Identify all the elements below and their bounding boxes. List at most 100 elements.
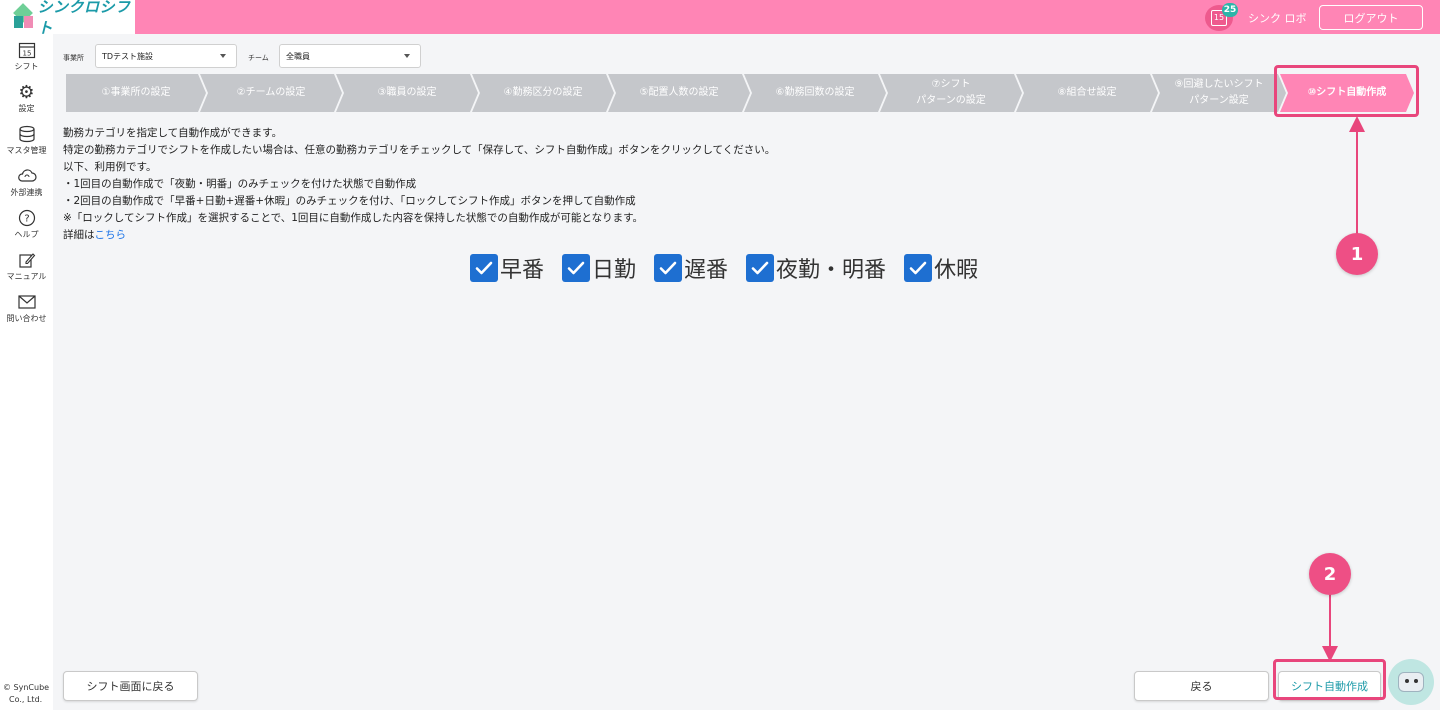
category-checkbox-early[interactable]: 早番 bbox=[470, 252, 544, 284]
office-select-value: TDテスト施設 bbox=[102, 51, 154, 61]
notification-count-badge: 25 bbox=[1222, 3, 1238, 17]
chevron-down-icon bbox=[220, 54, 226, 58]
sidebar-item-label: 外部連携 bbox=[10, 188, 43, 197]
step-staff[interactable]: ③職員の設定 bbox=[336, 74, 478, 112]
callout-badge-1: 1 bbox=[1336, 233, 1378, 275]
checkmark-icon[interactable] bbox=[562, 254, 591, 282]
step-label: ①事業所の設定 bbox=[101, 87, 171, 98]
top-header: シンクロシフト 15 25 シンク ロボ ログアウト bbox=[0, 0, 1440, 37]
sidebar-item-help[interactable]: ? ヘルプ bbox=[0, 208, 53, 240]
step-avoid-pattern[interactable]: ⑨回避したいシフト パターン設定 bbox=[1152, 74, 1286, 112]
details-link[interactable]: こちら bbox=[95, 229, 127, 241]
copyright-line: © SynCube bbox=[3, 683, 50, 692]
sidebar: 15 シフト ⚙ 設定 マスタ管理 外部連携 ? ヘルプ マニュアル 問い合わせ bbox=[0, 34, 53, 710]
category-checkbox-late[interactable]: 遅番 bbox=[654, 252, 728, 284]
chatbot-robot-icon[interactable] bbox=[1388, 659, 1434, 705]
checkmark-icon[interactable] bbox=[904, 254, 933, 282]
robot-eye bbox=[1414, 679, 1418, 683]
category-checkbox-holiday[interactable]: 休暇 bbox=[904, 252, 978, 284]
team-label: チーム bbox=[248, 54, 269, 62]
setup-steps: ①事業所の設定 ②チームの設定 ③職員の設定 ④勤務区分の設定 ⑤配置人数の設定… bbox=[66, 74, 1416, 112]
sidebar-item-label: 問い合わせ bbox=[6, 314, 47, 323]
description-line: 勤務カテゴリを指定して自動作成ができます。 bbox=[63, 127, 283, 139]
user-name: シンク ロボ bbox=[1248, 12, 1307, 25]
description-line: ※「ロックしてシフト作成」を選択することで、1回目に自動作成した内容を保持した状… bbox=[63, 212, 644, 224]
description-line: ・1回目の自動作成で「夜勤・明番」のみチェックを付けた状態で自動作成 bbox=[63, 178, 417, 190]
robot-head bbox=[1398, 672, 1424, 692]
step-label: ②チームの設定 bbox=[236, 87, 306, 98]
step-label: ⑤配置人数の設定 bbox=[639, 87, 719, 98]
sidebar-item-manual[interactable]: マニュアル bbox=[0, 250, 53, 282]
step-work-count[interactable]: ⑥勤務回数の設定 bbox=[744, 74, 886, 112]
svg-text:?: ? bbox=[24, 214, 29, 225]
category-checkbox-day[interactable]: 日勤 bbox=[562, 252, 636, 284]
logo-cube-icon bbox=[12, 3, 34, 30]
arrow-head-up bbox=[1349, 116, 1365, 132]
sidebar-item-contact[interactable]: 問い合わせ bbox=[0, 292, 53, 324]
svg-text:15: 15 bbox=[22, 50, 31, 58]
step-combination[interactable]: ⑧組合せ設定 bbox=[1016, 74, 1158, 112]
step-shift-pattern[interactable]: ⑦シフトパターンの設定 bbox=[880, 74, 1022, 112]
step-label: ⑦シフト bbox=[931, 79, 971, 90]
mail-icon bbox=[17, 292, 37, 312]
category-checkboxes: 早番 日勤 遅番 夜勤・明番 休暇 bbox=[470, 252, 996, 284]
step-label: パターン設定 bbox=[1189, 95, 1249, 106]
step-label: ③職員の設定 bbox=[377, 87, 437, 98]
step-staffing[interactable]: ⑤配置人数の設定 bbox=[608, 74, 750, 112]
sidebar-item-integration[interactable]: 外部連携 bbox=[0, 166, 53, 198]
step-label: ⑨回避したいシフト bbox=[1174, 79, 1264, 90]
details-prefix: 詳細は bbox=[63, 229, 95, 241]
category-label: 遅番 bbox=[684, 258, 729, 283]
calendar-icon: 15 bbox=[17, 40, 37, 60]
back-button[interactable]: 戻る bbox=[1134, 671, 1269, 701]
step-work-category[interactable]: ④勤務区分の設定 bbox=[472, 74, 614, 112]
sidebar-item-master[interactable]: マスタ管理 bbox=[0, 124, 53, 156]
step-office[interactable]: ①事業所の設定 bbox=[66, 74, 206, 112]
description-text: 勤務カテゴリを指定して自動作成ができます。 特定の勤務カテゴリでシフトを作成した… bbox=[63, 125, 775, 244]
description-line: 特定の勤務カテゴリでシフトを作成したい場合は、任意の勤務カテゴリをチェックして「… bbox=[63, 144, 776, 156]
category-label: 夜勤・明番 bbox=[776, 258, 887, 283]
callout-badge-2: 2 bbox=[1309, 553, 1351, 595]
checkmark-icon[interactable] bbox=[654, 254, 683, 282]
logo-text: シンクロシフト bbox=[37, 0, 131, 37]
category-label: 日勤 bbox=[592, 258, 637, 283]
copyright-line: Co., Ltd. bbox=[9, 695, 43, 704]
step-label: ⑥勤務回数の設定 bbox=[775, 87, 855, 98]
sidebar-item-label: シフト bbox=[14, 62, 39, 71]
step-label: ④勤務区分の設定 bbox=[503, 87, 583, 98]
gear-icon: ⚙ bbox=[18, 81, 35, 103]
team-select-value: 全職員 bbox=[286, 51, 310, 61]
checkmark-icon[interactable] bbox=[746, 254, 775, 282]
logout-button[interactable]: ログアウト bbox=[1319, 5, 1423, 30]
robot-eye bbox=[1405, 679, 1409, 683]
description-line: 以下、利用例です。 bbox=[63, 161, 157, 173]
category-label: 早番 bbox=[500, 258, 545, 283]
back-to-shift-button[interactable]: シフト画面に戻る bbox=[63, 671, 198, 701]
button-highlight-box bbox=[1273, 659, 1386, 700]
sidebar-item-label: マスタ管理 bbox=[6, 146, 47, 155]
office-select[interactable]: TDテスト施設 bbox=[95, 44, 237, 68]
office-label: 事業所 bbox=[63, 54, 84, 62]
step-label: パターンの設定 bbox=[916, 95, 986, 106]
category-label: 休暇 bbox=[934, 258, 979, 283]
copyright: © SynCube Co., Ltd. bbox=[3, 682, 53, 706]
step-team[interactable]: ②チームの設定 bbox=[200, 74, 342, 112]
help-icon: ? bbox=[17, 208, 37, 228]
edit-icon bbox=[17, 250, 37, 270]
app-logo[interactable]: シンクロシフト bbox=[0, 0, 135, 37]
step-label: ⑧組合せ設定 bbox=[1057, 87, 1117, 98]
step-highlight-box bbox=[1274, 65, 1419, 117]
database-icon bbox=[17, 124, 37, 144]
sidebar-item-label: ヘルプ bbox=[14, 230, 39, 239]
checkmark-icon[interactable] bbox=[470, 254, 498, 282]
description-line: ・2回目の自動作成で「早番+日勤+遅番+休暇」のみチェックを付け、「ロックしてシ… bbox=[63, 195, 636, 207]
sidebar-item-settings[interactable]: ⚙ 設定 bbox=[0, 82, 53, 114]
sidebar-item-label: マニュアル bbox=[6, 272, 47, 281]
team-select[interactable]: 全職員 bbox=[279, 44, 421, 68]
chevron-down-icon bbox=[404, 54, 410, 58]
cloud-sync-icon bbox=[17, 166, 37, 186]
category-checkbox-night[interactable]: 夜勤・明番 bbox=[746, 252, 886, 284]
details-line: 詳細はこちら bbox=[63, 227, 775, 244]
sidebar-item-label: 設定 bbox=[18, 104, 35, 113]
sidebar-item-shift[interactable]: 15 シフト bbox=[0, 40, 53, 72]
